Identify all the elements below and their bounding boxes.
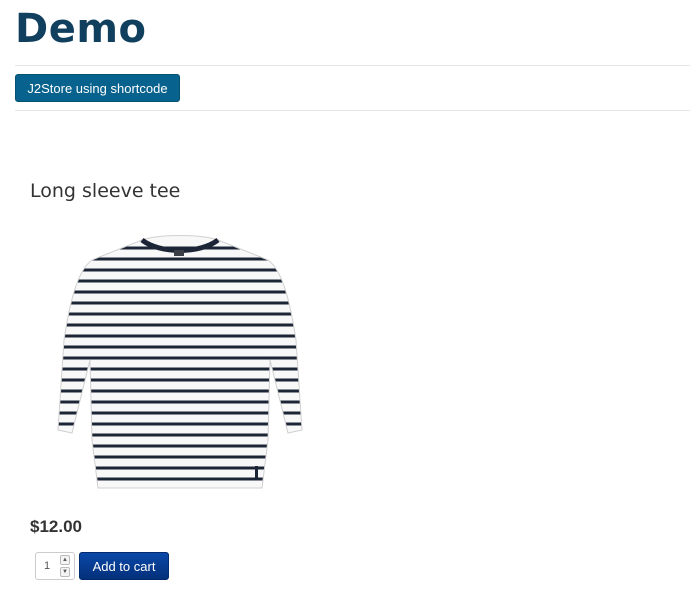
header-divider (15, 65, 690, 66)
increment-icon[interactable]: ▲ (60, 555, 70, 565)
add-to-cart-button[interactable]: Add to cart (79, 552, 169, 580)
product-price: $12.00 (30, 517, 82, 536)
decrement-icon[interactable]: ▼ (60, 567, 70, 577)
shortcode-menu-button[interactable]: J2Store using shortcode (15, 74, 180, 102)
site-title: Demo (15, 6, 147, 52)
product-image[interactable] (50, 230, 310, 492)
quantity-value[interactable]: 1 (44, 560, 50, 572)
product-title[interactable]: Long sleeve tee (30, 180, 180, 202)
quantity-stepper[interactable]: 1 ▲ ▼ (35, 552, 75, 580)
menu-divider (15, 110, 690, 111)
striped-tee-icon (57, 235, 303, 489)
